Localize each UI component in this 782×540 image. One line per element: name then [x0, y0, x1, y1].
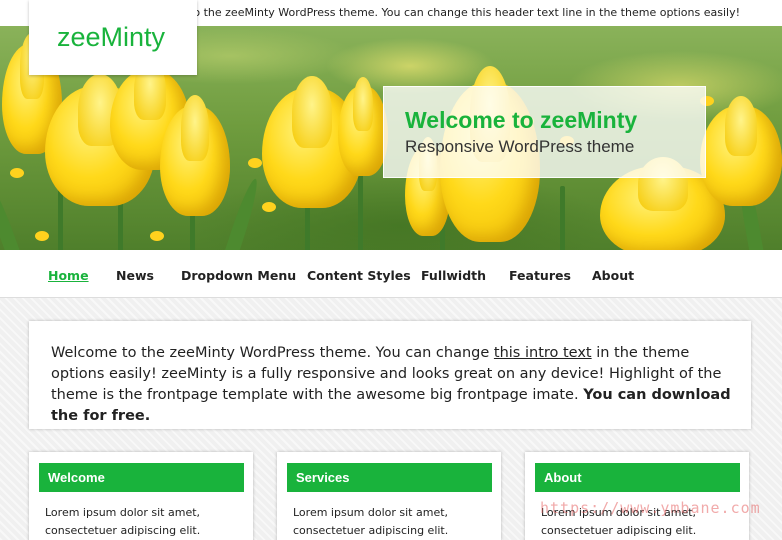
- nav-item-content-styles[interactable]: Content Styles: [307, 268, 411, 283]
- watermark: https://www.ymbane.com: [540, 499, 761, 517]
- widget-title: About: [544, 470, 582, 485]
- intro-text: Welcome to the zeeMinty WordPress theme.…: [51, 343, 736, 427]
- widget-title: Services: [296, 470, 350, 485]
- widget-header: Services: [287, 463, 492, 492]
- widget-title: Welcome: [48, 470, 105, 485]
- widget-services: Services Lorem ipsum dolor sit amet, con…: [277, 452, 501, 540]
- intro-text-part1: Welcome to the zeeMinty WordPress theme.…: [51, 345, 494, 361]
- header-tagline: Welcome to the zeeMinty WordPress theme.…: [135, 6, 740, 19]
- widget-text: Lorem ipsum dolor sit amet, consectetuer…: [293, 506, 449, 537]
- dandelion: [10, 168, 24, 178]
- hero-subtitle: Responsive WordPress theme: [405, 137, 635, 156]
- nav-item-home[interactable]: Home: [48, 268, 89, 283]
- site-logo[interactable]: zeeMinty: [29, 0, 197, 75]
- main-navigation: Home News Dropdown Menu Content Styles F…: [0, 250, 782, 298]
- dandelion: [248, 158, 262, 168]
- widget-text: Lorem ipsum dolor sit amet, consectetuer…: [45, 506, 201, 537]
- widget-header: Welcome: [39, 463, 244, 492]
- dandelion: [150, 231, 164, 241]
- hero-title: Welcome to zeeMinty: [405, 107, 638, 133]
- logo-text: zeeMinty: [57, 22, 166, 52]
- nav-item-dropdown-menu[interactable]: Dropdown Menu: [181, 268, 296, 283]
- tulip: [338, 77, 388, 176]
- tulip-stem: [560, 186, 565, 250]
- widget-about: About Lorem ipsum dolor sit amet, consec…: [525, 452, 749, 540]
- nav-item-about[interactable]: About: [592, 268, 634, 283]
- dandelion: [35, 231, 49, 241]
- tulip: [160, 95, 230, 216]
- nav-item-features[interactable]: Features: [509, 268, 571, 283]
- nav-item-fullwidth[interactable]: Fullwidth: [421, 268, 486, 283]
- tulip: [700, 96, 782, 206]
- nav-item-news[interactable]: News: [116, 268, 154, 283]
- dandelion: [262, 202, 276, 212]
- widget-header: About: [535, 463, 740, 492]
- intro-link[interactable]: this intro text: [494, 345, 592, 361]
- widget-welcome: Welcome Lorem ipsum dolor sit amet, cons…: [29, 452, 253, 540]
- hero-caption: Welcome to zeeMinty Responsive WordPress…: [383, 86, 706, 178]
- intro-box: Welcome to the zeeMinty WordPress theme.…: [29, 321, 751, 429]
